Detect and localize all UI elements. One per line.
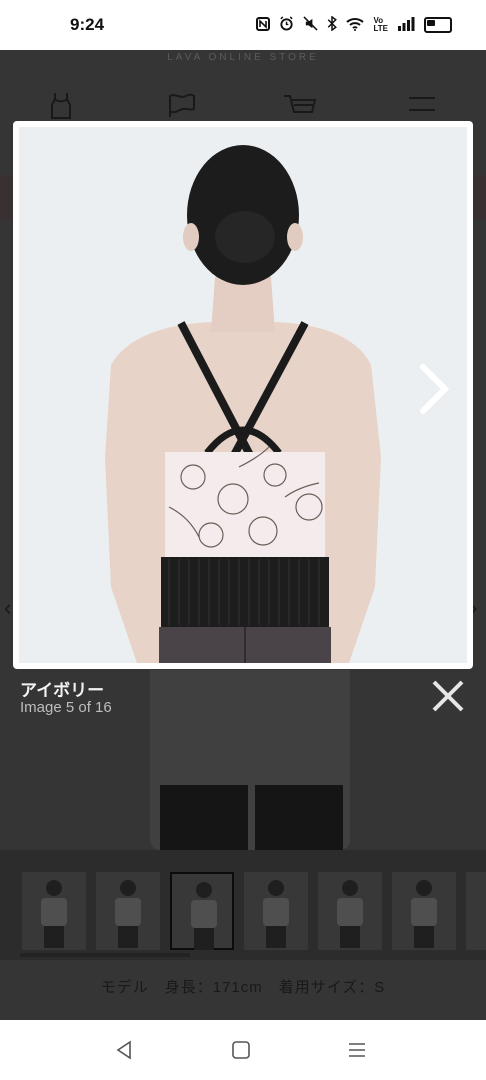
mute-icon bbox=[303, 16, 319, 34]
status-time: 9:24 bbox=[70, 15, 105, 34]
model-back-view-illustration bbox=[19, 127, 467, 663]
lightbox-image-counter: Image 5 of 16 bbox=[20, 699, 112, 716]
chevron-right-icon[interactable] bbox=[417, 361, 453, 417]
recents-menu-icon[interactable] bbox=[345, 1038, 369, 1062]
volte-icon: Vo LTE bbox=[373, 16, 388, 33]
close-icon[interactable] bbox=[430, 678, 466, 714]
status-icons: Vo LTE bbox=[256, 15, 452, 34]
alarm-icon bbox=[279, 16, 294, 34]
system-navigation-bar bbox=[0, 1020, 486, 1080]
signal-icon bbox=[397, 16, 415, 34]
lightbox-image-frame bbox=[13, 121, 473, 669]
bluetooth-icon bbox=[327, 15, 338, 34]
status-bar: 9:24 Vo LTE bbox=[0, 0, 486, 50]
wifi-icon bbox=[346, 17, 365, 34]
back-icon[interactable] bbox=[112, 1038, 136, 1062]
home-icon[interactable] bbox=[229, 1038, 253, 1062]
battery-icon bbox=[424, 17, 452, 33]
lightbox-caption-title: アイボリー bbox=[20, 681, 105, 700]
nfc-icon bbox=[256, 16, 271, 34]
product-photo bbox=[19, 127, 467, 663]
